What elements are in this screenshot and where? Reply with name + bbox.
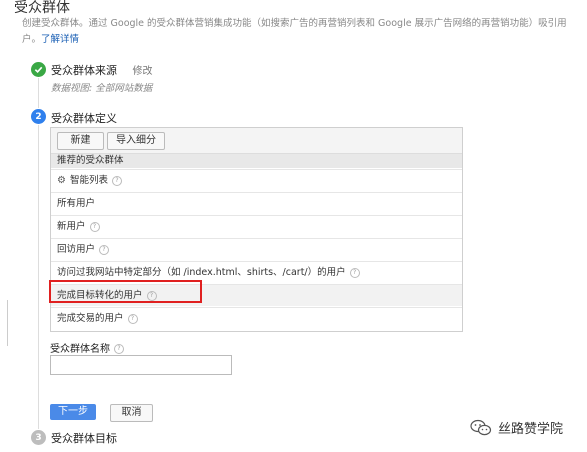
next-step-button[interactable]: 下一步 [50, 404, 96, 420]
help-icon[interactable]: ? [99, 244, 110, 255]
audience-toolbar: 新建 导入细分 [51, 128, 462, 154]
step-connector [38, 125, 39, 429]
new-audience-button[interactable]: 新建 [57, 132, 104, 150]
audience-option-label: 回访用户 [57, 244, 96, 255]
audience-option-returning-users[interactable]: 回访用户? [51, 238, 462, 260]
wechat-icon [470, 419, 492, 435]
step2-title: 受众群体定义 [51, 112, 117, 125]
audience-option-label: 访问过我网站中特定部分（如 /index.html、shirts、/cart/）… [57, 267, 346, 278]
audience-name-input[interactable] [50, 355, 232, 375]
highlight-annotation-box [49, 280, 202, 303]
audience-option-smart-list[interactable]: ⚙ 智能列表? [51, 169, 462, 191]
help-icon[interactable]: ? [89, 221, 100, 232]
step1-note: 数据视图: 全部网站数据 [51, 83, 153, 94]
audience-option-new-users[interactable]: 新用户? [51, 215, 462, 237]
gear-icon: ⚙ [57, 175, 66, 186]
audience-option-label: 智能列表 [69, 175, 108, 186]
page-description: 创建受众群体。通过 Google 的受众群体营销集成功能（如搜索广告的再营销列表… [22, 16, 577, 48]
step1-check-icon [31, 62, 46, 77]
audience-option-label: 完成交易的用户 [57, 313, 124, 324]
left-edge-divider [7, 300, 8, 346]
watermark-text: 丝路赞学院 [498, 422, 564, 437]
step2-number-badge: 2 [31, 109, 46, 124]
recommended-audiences-header: 推荐的受众群体 [51, 154, 462, 168]
help-icon[interactable]: ? [114, 344, 124, 354]
audience-name-label-text: 受众群体名称 [50, 344, 110, 355]
cancel-button[interactable]: 取消 [110, 404, 153, 422]
audience-name-label: 受众群体名称? [50, 340, 124, 355]
step1-header: 受众群体来源 修改 [51, 62, 153, 78]
step1-title: 受众群体来源 [51, 64, 117, 77]
step-connector [38, 78, 39, 108]
page-title: 受众群体 [14, 0, 70, 16]
audience-option-all-users[interactable]: 所有用户 [51, 192, 462, 214]
description-text: 创建受众群体。通过 Google 的受众群体营销集成功能（如搜索广告的再营销列表… [22, 18, 567, 45]
learn-more-link[interactable]: 了解详情 [41, 34, 79, 45]
step3-title: 受众群体目标 [51, 432, 117, 445]
audience-option-transaction-completers[interactable]: 完成交易的用户? [51, 307, 462, 329]
import-segment-button[interactable]: 导入细分 [107, 132, 165, 150]
audience-option-label: 所有用户 [57, 198, 96, 209]
help-icon[interactable]: ? [349, 267, 360, 278]
step3-number-badge: 3 [31, 430, 46, 445]
audience-option-label: 新用户 [57, 221, 86, 232]
step1-edit-link[interactable]: 修改 [133, 66, 153, 77]
help-icon[interactable]: ? [111, 175, 122, 186]
watermark: 丝路赞学院 [470, 418, 563, 437]
help-icon[interactable]: ? [127, 313, 138, 324]
